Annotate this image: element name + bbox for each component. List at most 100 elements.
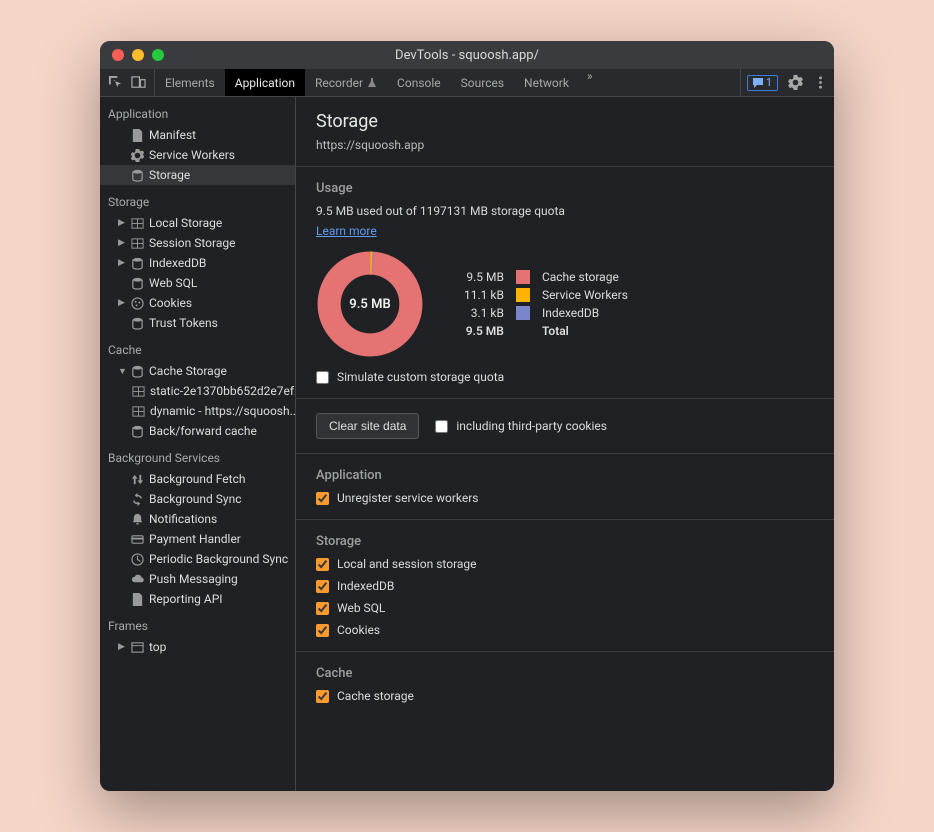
sb-cache-storage[interactable]: ▼Cache Storage (100, 361, 295, 381)
usage-title: Usage (316, 181, 814, 196)
inspect-icon[interactable] (108, 75, 123, 90)
cache-opts-title: Cache (316, 666, 814, 681)
sb-item-label: Reporting API (149, 592, 223, 606)
sb-item-label: top (149, 640, 166, 654)
opt-unregister-sw-checkbox[interactable] (316, 492, 329, 505)
usage-legend: 9.5 MB Cache storage 11.1 kB Service Wor… (464, 270, 628, 338)
main-header: Storage https://squoosh.app (296, 97, 834, 167)
legend-swatch (516, 288, 530, 302)
including-thirdparty-label: including third-party cookies (456, 419, 607, 433)
kebab-icon[interactable] (813, 75, 828, 90)
storage-opts-title: Storage (316, 534, 814, 549)
sb-cookies[interactable]: ▶Cookies (100, 293, 295, 313)
legend-swatch (516, 306, 530, 320)
sb-session-storage[interactable]: ▶Session Storage (100, 233, 295, 253)
sb-title-application: Application (100, 103, 295, 125)
card-icon (131, 533, 144, 546)
sb-push-messaging[interactable]: Push Messaging (100, 569, 295, 589)
cache-opts-section: Cache Cache storage (296, 652, 834, 717)
including-thirdparty-checkbox[interactable] (435, 420, 448, 433)
usage-section: Usage 9.5 MB used out of 1197131 MB stor… (296, 167, 834, 399)
flask-icon (367, 78, 377, 88)
tab-recorder-label: Recorder (315, 76, 363, 90)
messages-chip[interactable]: 1 (747, 75, 778, 91)
table-icon (132, 385, 145, 398)
clear-site-data-button[interactable]: Clear site data (316, 413, 419, 439)
sb-notifications[interactable]: Notifications (100, 509, 295, 529)
opt-label: IndexedDB (337, 579, 394, 593)
sb-bfcache[interactable]: Back/forward cache (100, 421, 295, 441)
sb-section-storage: Storage ▶Local Storage ▶Session Storage … (100, 185, 295, 333)
sb-item-label: Back/forward cache (149, 424, 257, 438)
sb-bg-sync[interactable]: Background Sync (100, 489, 295, 509)
sb-item-label: Periodic Background Sync (149, 552, 288, 566)
sb-item-label: Cache Storage (149, 364, 227, 378)
sb-cache-child-static[interactable]: static-2e1370bb652d2e7ef... (100, 381, 295, 401)
legend-total-name: Total (542, 324, 628, 338)
opt-local-session: Local and session storage (316, 557, 814, 571)
sb-item-label: Push Messaging (149, 572, 238, 586)
opt-local-session-checkbox[interactable] (316, 558, 329, 571)
table-icon (132, 405, 145, 418)
tabs-overflow-icon[interactable]: » (579, 69, 601, 96)
opt-websql: Web SQL (316, 601, 814, 615)
device-icon[interactable] (131, 75, 146, 90)
database-icon (131, 425, 144, 438)
legend-name: Cache storage (542, 270, 628, 284)
sb-payment-handler[interactable]: Payment Handler (100, 529, 295, 549)
sync-icon (131, 493, 144, 506)
database-icon (131, 257, 144, 270)
sb-item-label: Background Fetch (149, 472, 245, 486)
sb-trust-tokens[interactable]: Trust Tokens (100, 313, 295, 333)
application-opts-section: Application Unregister service workers (296, 454, 834, 520)
sb-section-application: Application Manifest Service Workers Sto… (100, 97, 295, 185)
file-icon (131, 129, 144, 142)
bell-icon (131, 513, 144, 526)
opt-cookies: Cookies (316, 623, 814, 637)
database-icon (131, 277, 144, 290)
tab-recorder[interactable]: Recorder (305, 69, 387, 96)
including-thirdparty-row: including third-party cookies (435, 419, 607, 433)
page-url: https://squoosh.app (316, 138, 814, 152)
database-icon (131, 169, 144, 182)
tab-network[interactable]: Network (514, 69, 579, 96)
tab-application[interactable]: Application (225, 69, 305, 96)
sb-indexeddb[interactable]: ▶IndexedDB (100, 253, 295, 273)
sb-local-storage[interactable]: ▶Local Storage (100, 213, 295, 233)
sb-title-cache: Cache (100, 339, 295, 361)
sb-reporting-api[interactable]: Reporting API (100, 589, 295, 609)
opt-cache-storage-checkbox[interactable] (316, 690, 329, 703)
storage-opts-section: Storage Local and session storage Indexe… (296, 520, 834, 652)
sb-bg-fetch[interactable]: Background Fetch (100, 469, 295, 489)
gear-icon[interactable] (788, 75, 803, 90)
clock-icon (131, 553, 144, 566)
simulate-quota-checkbox[interactable] (316, 371, 329, 384)
opt-label: Cache storage (337, 689, 414, 703)
sb-storage[interactable]: Storage (100, 165, 295, 185)
sb-item-label: Manifest (149, 128, 196, 142)
opt-cookies-checkbox[interactable] (316, 624, 329, 637)
sb-periodic-sync[interactable]: Periodic Background Sync (100, 549, 295, 569)
sb-manifest[interactable]: Manifest (100, 125, 295, 145)
sb-service-workers[interactable]: Service Workers (100, 145, 295, 165)
sb-item-label: IndexedDB (149, 256, 206, 270)
usage-line: 9.5 MB used out of 1197131 MB storage qu… (316, 204, 814, 218)
sb-item-label: dynamic - https://squoosh... (150, 404, 295, 418)
tab-elements[interactable]: Elements (155, 69, 225, 96)
sb-cache-child-dynamic[interactable]: dynamic - https://squoosh... (100, 401, 295, 421)
tab-sources[interactable]: Sources (451, 69, 514, 96)
learn-more-link[interactable]: Learn more (316, 224, 377, 238)
sb-item-label: Service Workers (149, 148, 235, 162)
database-icon (131, 317, 144, 330)
table-icon (131, 217, 144, 230)
main-panel: Storage https://squoosh.app Usage 9.5 MB… (296, 97, 834, 791)
sb-websql[interactable]: Web SQL (100, 273, 295, 293)
opt-label: Cookies (337, 623, 380, 637)
opt-websql-checkbox[interactable] (316, 602, 329, 615)
tab-console[interactable]: Console (387, 69, 451, 96)
opt-indexeddb-checkbox[interactable] (316, 580, 329, 593)
legend-swatch (516, 270, 530, 284)
sb-frame-top[interactable]: ▶top (100, 637, 295, 657)
gear-icon (131, 149, 144, 162)
sb-section-cache: Cache ▼Cache Storage static-2e1370bb652d… (100, 333, 295, 441)
